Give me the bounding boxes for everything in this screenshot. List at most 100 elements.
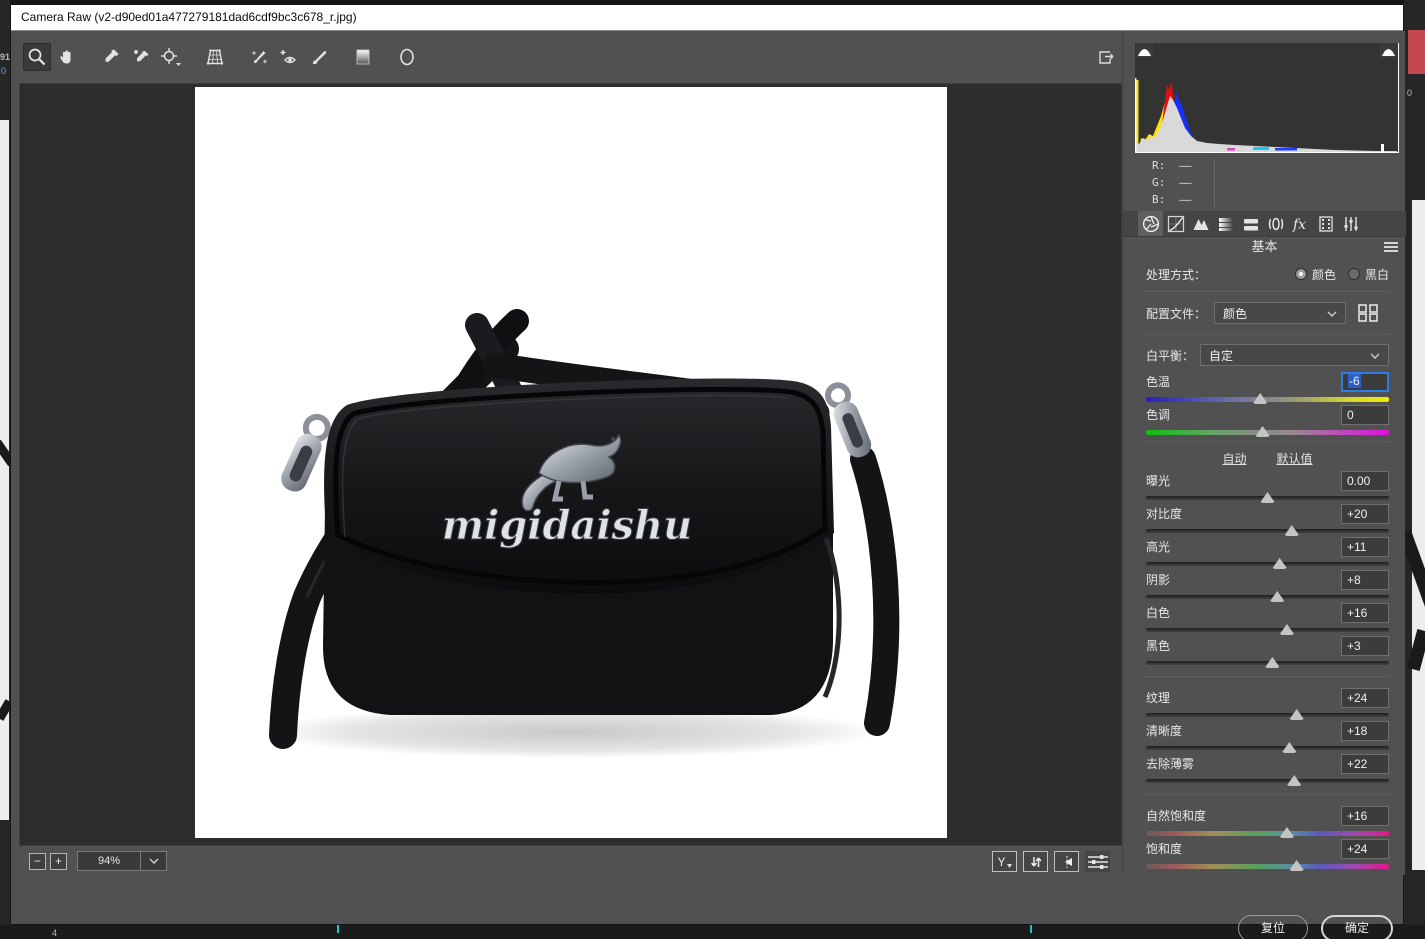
tab-detail[interactable] (1188, 211, 1213, 236)
auto-link[interactable]: 自动 (1222, 450, 1246, 467)
tab-presets[interactable] (1338, 211, 1363, 236)
highlights-value-input[interactable]: +11 (1341, 536, 1389, 557)
zoom-in-button[interactable]: + (50, 852, 67, 870)
copy-current-settings-icon (1064, 855, 1072, 868)
shadows-slider[interactable] (1146, 591, 1389, 602)
profile-browser-icon[interactable] (1356, 302, 1380, 324)
tab-tone-curve[interactable] (1163, 211, 1188, 236)
separator (1144, 441, 1391, 442)
zoom-tool-button[interactable] (23, 43, 51, 71)
zoom-out-button[interactable]: − (29, 852, 46, 870)
adjustment-brush-icon (312, 51, 327, 65)
dehaze-value-input[interactable]: +22 (1341, 753, 1389, 774)
exposure-slider[interactable] (1146, 492, 1389, 503)
background-fragment: 0 (1407, 88, 1413, 98)
histogram[interactable] (1135, 43, 1399, 153)
chevron-down-icon (1370, 353, 1380, 359)
white-balance-dropdown[interactable]: 自定 (1200, 344, 1389, 366)
tab-hsl-grayscale[interactable] (1213, 211, 1238, 236)
clarity-label: 清晰度 (1146, 724, 1183, 738)
blacks-slider[interactable] (1146, 657, 1389, 668)
handbag-image: migidaishu (260, 309, 900, 758)
highlights-slider-row: 高光 +11 (1146, 536, 1389, 569)
tab-effects[interactable]: fx (1288, 211, 1313, 236)
tab-camera-calibration[interactable] (1313, 211, 1338, 236)
graduated-filter-tool-button[interactable] (349, 43, 377, 71)
transform-tool-button[interactable] (201, 43, 229, 71)
separator (1144, 291, 1391, 292)
adjustments-sidebar: R: —— G: —— B: —— fx 基本 处理方式： 颜色 黑白 配置文件… (1122, 31, 1406, 875)
saturation-value-input[interactable]: +24 (1341, 838, 1389, 859)
red-eye-tool-button[interactable] (275, 43, 303, 71)
preferences-button[interactable] (1085, 851, 1110, 872)
white-balance-label: 白平衡： (1146, 348, 1195, 363)
shadows-label: 阴影 (1146, 573, 1171, 587)
targeted-adjustment-tool-button[interactable] (157, 43, 185, 71)
saturation-slider[interactable] (1146, 860, 1389, 871)
tab-split-toning[interactable] (1238, 211, 1263, 236)
blacks-label: 黑色 (1146, 639, 1171, 653)
clarity-value-input[interactable]: +18 (1341, 720, 1389, 741)
vibrance-value-input[interactable]: +16 (1341, 805, 1389, 826)
reset-button[interactable]: 复位 (1238, 915, 1308, 939)
tint-value-input[interactable]: 0 (1341, 404, 1389, 425)
texture-slider-row: 纹理 +24 (1146, 687, 1389, 720)
clarity-slider[interactable] (1146, 742, 1389, 753)
zoom-level-dropdown[interactable] (141, 851, 167, 871)
temperature-value-input[interactable]: -6 (1341, 371, 1389, 392)
zoom-level-value[interactable]: 94% (77, 851, 141, 871)
sliders-icon (1087, 854, 1108, 869)
default-link[interactable]: 默认值 (1277, 450, 1313, 467)
texture-label: 纹理 (1146, 691, 1171, 705)
adjustment-brush-tool-button[interactable] (305, 43, 333, 71)
separator (1144, 334, 1391, 335)
radial-filter-tool-button[interactable] (393, 43, 421, 71)
temperature-slider-row: 色温 -6 (1146, 371, 1389, 404)
hand-tool-button[interactable] (53, 43, 81, 71)
contrast-slider[interactable] (1146, 525, 1389, 536)
spot-removal-tool-button[interactable] (245, 43, 273, 71)
tab-basic[interactable] (1138, 211, 1163, 236)
color-sampler-tool-button[interactable] (127, 43, 155, 71)
swap-before-after-button[interactable] (1023, 851, 1048, 872)
separator (1144, 794, 1391, 795)
basic-panel: 基本 处理方式： 颜色 黑白 配置文件： 颜色 白平衡： 自定 色温 -6 色调… (1123, 237, 1406, 875)
background-image-sliver (1398, 200, 1425, 870)
exposure-slider-row: 曝光 0.00 (1146, 470, 1389, 503)
dehaze-slider[interactable] (1146, 775, 1389, 786)
whites-slider-row: 白色 +16 (1146, 602, 1389, 635)
texture-value-input[interactable]: +24 (1341, 687, 1389, 708)
whites-value-input[interactable]: +16 (1341, 602, 1389, 623)
whites-slider[interactable] (1146, 624, 1389, 635)
texture-slider[interactable] (1146, 709, 1389, 720)
tint-slider-row: 色调 0 (1146, 404, 1389, 437)
contrast-value-input[interactable]: +20 (1341, 503, 1389, 524)
before-after-view-button[interactable]: Y (992, 851, 1017, 872)
adjustment-tabs: fx (1123, 211, 1406, 237)
presets-sliders-icon (1343, 216, 1358, 231)
panel-title: 基本 (1251, 239, 1278, 254)
toggle-fullscreen-button[interactable] (1091, 43, 1119, 71)
treatment-bw-label: 黑白 (1364, 267, 1389, 282)
profile-dropdown[interactable]: 颜色 (1214, 302, 1347, 324)
dialog-titlebar[interactable]: Camera Raw (v2-d90ed01a477279181dad6cdf9… (11, 5, 1403, 31)
tab-lens-corrections[interactable] (1263, 211, 1288, 236)
spot-removal-icon (252, 51, 267, 64)
red-eye-icon (280, 50, 296, 64)
vibrance-slider[interactable] (1146, 827, 1389, 838)
ok-button[interactable]: 确定 (1321, 915, 1393, 939)
shadows-value-input[interactable]: +8 (1341, 569, 1389, 590)
blacks-value-input[interactable]: +3 (1341, 635, 1389, 656)
copy-settings-button[interactable] (1054, 851, 1079, 872)
detail-icon (1193, 218, 1208, 230)
treatment-color-radio[interactable] (1294, 268, 1307, 280)
temperature-slider[interactable] (1146, 393, 1389, 404)
highlights-slider[interactable] (1146, 558, 1389, 569)
white-balance-tool-button[interactable] (97, 43, 125, 71)
tint-slider[interactable] (1146, 426, 1389, 437)
rgb-divider (1214, 159, 1215, 207)
treatment-bw-radio[interactable] (1347, 268, 1360, 280)
exposure-value-input[interactable]: 0.00 (1341, 470, 1389, 491)
panel-menu-icon[interactable] (1384, 242, 1398, 254)
image-canvas[interactable]: migidaishu (19, 83, 1122, 846)
